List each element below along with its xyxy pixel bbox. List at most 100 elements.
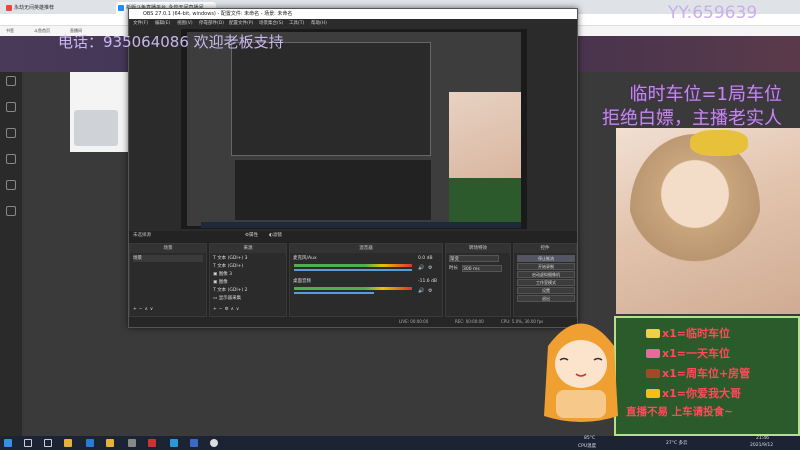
obs-docks: 未选择源 ⚙属性 ◐滤镜 场景 场景 +−∧∨ 来源 T 文本 (GDI+) 3…: [129, 231, 577, 317]
tab-favicon-icon: [6, 5, 12, 11]
virtual-camera-button[interactable]: 启动虚拟摄像机: [517, 271, 575, 278]
transition-duration-label: 时长: [449, 266, 458, 271]
umaru-mascot-icon: [544, 323, 618, 422]
start-icon[interactable]: [4, 439, 12, 447]
scenes-dock: 场景 场景 +−∧∨: [129, 243, 207, 317]
start-recording-button[interactable]: 开始录制: [517, 263, 575, 270]
volume-slider[interactable]: [294, 269, 412, 271]
nested-mixer-capture: [235, 160, 431, 220]
cpu-status: CPU: 5.0%, 30.00 fps: [501, 319, 544, 324]
search-icon[interactable]: [24, 439, 32, 447]
source-item[interactable]: T 文本 (GDI+) 2: [213, 287, 247, 294]
promo-footer: 直播不易 上车请投食~: [626, 406, 733, 418]
app-icon[interactable]: [128, 439, 136, 447]
source-label: 显示器采集: [218, 296, 242, 301]
phone-watermark: 电话：935064086 欢迎老板支持: [58, 33, 284, 51]
source-item[interactable]: ▣ 图像: [213, 279, 228, 286]
gear-icon[interactable]: ⚙: [428, 265, 432, 271]
menu-help[interactable]: 帮助(H): [311, 19, 327, 28]
preview-taskbar: [201, 222, 521, 228]
app-icon[interactable]: [190, 439, 198, 447]
source-item[interactable]: ▭ 显示器采集: [213, 295, 241, 302]
gift-icon: [646, 349, 660, 358]
folder-icon[interactable]: [106, 439, 114, 447]
menu-edit[interactable]: 编辑(E): [155, 19, 170, 28]
category-icon[interactable]: [6, 102, 16, 112]
video-icon[interactable]: [6, 206, 16, 216]
down-icon[interactable]: ∨: [150, 307, 155, 312]
weather[interactable]: 27°C 多云: [666, 440, 688, 446]
windows-taskbar: 85°C CPU温度 27°C 多云 21:46 2021/9/12: [0, 436, 800, 450]
menu-tools[interactable]: 工具(T): [289, 19, 304, 28]
mixer-channel-level: -11.6 dB: [418, 279, 438, 284]
menu-docks[interactable]: 停靠部件(D): [199, 19, 224, 28]
clock-time[interactable]: 21:46: [756, 436, 769, 441]
bookmark-item[interactable]: 斗鱼首页: [34, 26, 50, 36]
live-icon[interactable]: [6, 180, 16, 190]
settings-button[interactable]: 设置: [517, 287, 575, 294]
task-view-icon[interactable]: [44, 439, 52, 447]
volume-slider[interactable]: [294, 292, 374, 294]
browser-tab-1[interactable]: 永劫无间英雄推荐: [4, 2, 114, 14]
stream-headline: 临时车位=1局车位 拒绝白嫖，主播老实人: [560, 80, 800, 130]
scene-item[interactable]: 场景: [133, 255, 203, 262]
app-icon[interactable]: [170, 439, 178, 447]
mixer-channel-name: 桌面音频: [293, 279, 311, 284]
transitions-header: 转场特效: [446, 244, 510, 253]
transition-duration-input[interactable]: 300 ms: [462, 265, 502, 272]
avatar[interactable]: [74, 110, 118, 146]
down-icon[interactable]: ∨: [236, 307, 241, 312]
tab-favicon-icon: [118, 5, 124, 11]
file-explorer-icon[interactable]: [64, 439, 72, 447]
obs-icon[interactable]: [210, 439, 218, 447]
speaker-icon[interactable]: 🔊: [418, 288, 424, 294]
home-icon[interactable]: [6, 76, 16, 86]
obs-preview[interactable]: [181, 29, 527, 229]
gear-icon[interactable]: ⚙: [428, 288, 432, 294]
gift-promo-panel: x1=临时车位 x1=一天车位 x1=周车位+房管 x1=你爱我大哥 直播不易 …: [614, 316, 800, 436]
promo-line: x1=周车位+房管: [662, 367, 751, 380]
browser-icon[interactable]: [86, 439, 94, 447]
scenes-header: 场景: [130, 244, 206, 253]
stop-streaming-button[interactable]: 停止推流: [517, 255, 575, 262]
menu-scene-collection[interactable]: 场景集合(S): [259, 19, 283, 28]
menu-view[interactable]: 视图(V): [177, 19, 193, 28]
speaker-icon[interactable]: 🔊: [418, 265, 424, 271]
app-icon[interactable]: [148, 439, 156, 447]
promo-line: x1=临时车位: [662, 327, 730, 340]
game-icon[interactable]: [6, 128, 16, 138]
transition-select[interactable]: 渐变: [449, 255, 499, 262]
filters-button[interactable]: ◐滤镜: [269, 232, 282, 238]
source-label: 文本 (GDI+): [217, 264, 244, 269]
bookmark-item[interactable]: 书签: [6, 26, 14, 36]
filters-label: 滤镜: [272, 233, 282, 238]
mixer-dock: 混音器 麦克风/Aux 0.0 dB 🔊 ⚙ 桌面音频 -11.6 dB 🔊 ⚙: [289, 243, 443, 317]
source-item[interactable]: T 文本 (GDI+) 3: [213, 255, 247, 262]
headline-line: 拒绝白嫖，主播老实人: [602, 108, 782, 129]
exit-button[interactable]: 退出: [517, 295, 575, 302]
properties-button[interactable]: ⚙属性: [245, 232, 258, 238]
scene-toolbar: +−∧∨: [133, 306, 155, 313]
source-item[interactable]: T 文本 (GDI+): [213, 263, 243, 270]
gift-icon: [646, 369, 660, 378]
menu-file[interactable]: 文件(F): [133, 19, 148, 28]
streamer-face: [630, 134, 760, 284]
menu-profile[interactable]: 配置文件(P): [229, 19, 253, 28]
promo-line: x1=你爱我大哥: [662, 387, 741, 400]
rec-timer: REC: 00:00:00: [455, 319, 484, 324]
obs-title-bar: OBS 27.0.1 (64-bit, windows) - 配置文件: 未命名…: [129, 9, 577, 19]
transitions-dock: 转场特效 渐变 时长 300 ms: [445, 243, 511, 317]
studio-mode-button[interactable]: 工作室模式: [517, 279, 575, 286]
source-item[interactable]: ▣ 图像 3: [213, 271, 232, 278]
obs-window: OBS 27.0.1 (64-bit, windows) - 配置文件: 未命名…: [128, 8, 578, 328]
clock-date[interactable]: 2021/9/12: [750, 443, 773, 448]
properties-label: 属性: [249, 233, 259, 238]
bear-ears-filter-icon: [690, 130, 748, 156]
controls-header: 控件: [514, 244, 576, 253]
cpu-temp-label: CPU温度: [578, 444, 597, 449]
source-label: 图像 3: [218, 272, 232, 277]
follow-icon[interactable]: [6, 154, 16, 164]
sources-dock: 来源 T 文本 (GDI+) 3 T 文本 (GDI+) ▣ 图像 3 ▣ 图像…: [209, 243, 287, 317]
gift-icon: [646, 389, 660, 398]
left-nav: [0, 72, 22, 436]
